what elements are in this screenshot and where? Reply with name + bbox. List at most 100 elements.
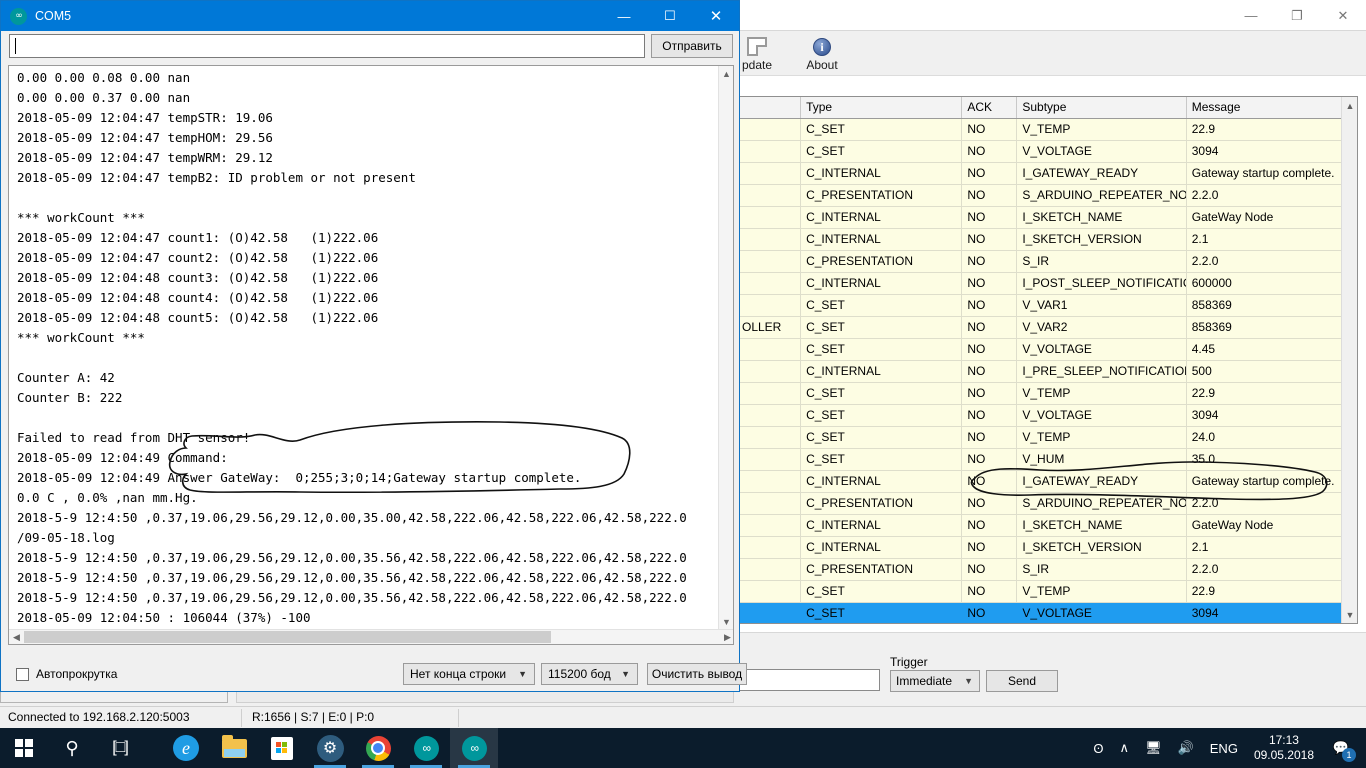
settings-button[interactable]: ⚙	[306, 728, 354, 768]
table-row[interactable]: C_PRESENTATIONNOS_IR2.2.0	[737, 559, 1357, 581]
grid-header-type[interactable]: Type	[801, 97, 962, 118]
action-center-button[interactable]: 💬 1	[1322, 728, 1360, 768]
show-hidden-icons-button[interactable]: ∧	[1112, 728, 1138, 768]
console-line: Counter B: 222	[17, 388, 722, 408]
store-button[interactable]	[258, 728, 306, 768]
scroll-down-icon[interactable]: ▼	[1342, 606, 1358, 623]
console-line: 2018-05-09 12:04:49 Command:	[17, 448, 722, 468]
language-indicator[interactable]: ENG	[1202, 728, 1246, 768]
cell-subtype: V_VOLTAGE	[1017, 339, 1186, 360]
volume-icon[interactable]: 🔊	[1170, 728, 1202, 768]
table-row[interactable]: C_INTERNALNOI_POST_SLEEP_NOTIFICATION600…	[737, 273, 1357, 295]
grid-header-subtype[interactable]: Subtype	[1017, 97, 1186, 118]
table-row[interactable]: C_SETNOV_VAR1858369	[737, 295, 1357, 317]
send-message-input[interactable]	[736, 669, 880, 691]
grid-header-node[interactable]	[737, 97, 801, 118]
table-row[interactable]: C_INTERNALNOI_PRE_SLEEP_NOTIFICATION500	[737, 361, 1357, 383]
chrome-button[interactable]	[354, 728, 402, 768]
serial-send-button[interactable]: Отправить	[651, 34, 733, 58]
network-icon[interactable]: 🖥	[1137, 728, 1170, 768]
grid-header-ack[interactable]: ACK	[962, 97, 1017, 118]
scroll-right-icon[interactable]: ▶	[720, 630, 734, 645]
baud-rate-select[interactable]: 115200 бод ▼	[541, 663, 638, 685]
line-ending-select[interactable]: Нет конца строки ▼	[403, 663, 535, 685]
clock[interactable]: 17:13 09.05.2018	[1246, 728, 1322, 768]
table-row[interactable]: C_PRESENTATIONNOS_IR2.2.0	[737, 251, 1357, 273]
close-icon[interactable]: ✕	[693, 1, 739, 31]
cell-ack: NO	[962, 251, 1017, 272]
cell-type: C_SET	[801, 603, 962, 624]
table-row[interactable]: C_INTERNALNOI_GATEWAY_READYGateway start…	[737, 471, 1357, 493]
edge-button[interactable]: e	[162, 728, 210, 768]
cell-subtype: V_VAR2	[1017, 317, 1186, 338]
cell-subtype: I_SKETCH_NAME	[1017, 207, 1186, 228]
autoscroll-checkbox[interactable]	[16, 668, 29, 681]
explorer-button[interactable]	[210, 728, 258, 768]
table-row[interactable]: C_INTERNALNOI_SKETCH_VERSION2.1	[737, 229, 1357, 251]
grid-header-message[interactable]: Message	[1187, 97, 1357, 118]
table-row[interactable]: C_INTERNALNOI_GATEWAY_READYGateway start…	[737, 163, 1357, 185]
scroll-up-icon[interactable]: ▲	[719, 66, 734, 81]
grid-vertical-scrollbar[interactable]: ▲ ▼	[1341, 97, 1357, 623]
maximize-icon[interactable]: ❐	[1274, 0, 1320, 30]
people-icon[interactable]: ʘ	[1085, 728, 1111, 768]
scroll-left-icon[interactable]: ◀	[9, 630, 24, 645]
cell-ack: NO	[962, 603, 1017, 624]
table-row[interactable]: C_SETNOV_TEMP22.9	[737, 119, 1357, 141]
table-row[interactable]: C_SETNOV_TEMP24.0	[737, 427, 1357, 449]
console-line: 2018-5-9 12:4:50 ,0.37,19.06,29.56,29.12…	[17, 508, 722, 528]
send-button[interactable]: Send	[986, 670, 1058, 692]
minimize-icon[interactable]: —	[1228, 0, 1274, 30]
start-button[interactable]	[0, 728, 48, 768]
cell-message: 500	[1187, 361, 1357, 382]
table-row[interactable]: OLLERC_SETNOV_VAR2858369	[737, 317, 1357, 339]
table-row[interactable]: C_INTERNALNOI_SKETCH_NAMEGateWay Node	[737, 207, 1357, 229]
cell-message: 22.9	[1187, 383, 1357, 404]
minimize-icon[interactable]: —	[601, 1, 647, 31]
cell-ack: NO	[962, 207, 1017, 228]
status-separator-2	[458, 709, 459, 727]
scroll-down-icon[interactable]: ▼	[719, 614, 734, 629]
cell-node	[737, 449, 801, 470]
table-row[interactable]: C_SETNOV_VOLTAGE3094	[737, 603, 1357, 624]
trigger-select[interactable]: Immediate ▼	[890, 670, 980, 692]
table-row[interactable]: C_SETNOV_HUM35.0	[737, 449, 1357, 471]
console-line: 2018-05-09 12:04:48 count4: (O)42.58 (1)…	[17, 288, 722, 308]
close-icon[interactable]: ✕	[1320, 0, 1366, 30]
serial-command-input[interactable]	[9, 34, 645, 58]
table-row[interactable]: C_INTERNALNOI_SKETCH_NAMEGateWay Node	[737, 515, 1357, 537]
search-button[interactable]: ⚲	[48, 728, 96, 768]
chevron-down-icon: ▼	[518, 669, 527, 679]
trigger-label: Trigger	[890, 655, 928, 669]
cell-type: C_INTERNAL	[801, 515, 962, 536]
console-line	[17, 408, 722, 428]
cell-type: C_PRESENTATION	[801, 559, 962, 580]
about-button[interactable]: i About	[791, 33, 853, 72]
messages-grid[interactable]: Type ACK Subtype Message C_SETNOV_TEMP22…	[736, 96, 1358, 624]
table-row[interactable]: C_PRESENTATIONNOS_ARDUINO_REPEATER_NODE2…	[737, 185, 1357, 207]
console-horizontal-scrollbar[interactable]: ◀ ▶	[9, 629, 734, 644]
console-vertical-scrollbar[interactable]: ▲ ▼	[718, 66, 733, 629]
table-row[interactable]: C_PRESENTATIONNOS_ARDUINO_REPEATER_NODE2…	[737, 493, 1357, 515]
serial-console-output[interactable]: 0.00 0.00 0.08 0.00 nan0.00 0.00 0.37 0.…	[8, 65, 734, 645]
horizontal-scroll-thumb[interactable]	[24, 631, 551, 643]
task-view-button[interactable]: [□]	[96, 728, 144, 768]
table-row[interactable]: C_INTERNALNOI_SKETCH_VERSION2.1	[737, 537, 1357, 559]
scroll-up-icon[interactable]: ▲	[1342, 97, 1358, 114]
arduino-button-1[interactable]: ∞	[402, 728, 450, 768]
cell-ack: NO	[962, 537, 1017, 558]
console-line: 2018-05-09 12:04:47 tempB2: ID problem o…	[17, 168, 722, 188]
cell-subtype: I_SKETCH_VERSION	[1017, 229, 1186, 250]
table-row[interactable]: C_SETNOV_TEMP22.9	[737, 383, 1357, 405]
table-row[interactable]: C_SETNOV_VOLTAGE3094	[737, 405, 1357, 427]
cell-type: C_SET	[801, 427, 962, 448]
status-bar: Connected to 192.168.2.120:5003 R:1656 |…	[0, 706, 1366, 728]
clear-output-button[interactable]: Очистить вывод	[647, 663, 747, 685]
table-row[interactable]: C_SETNOV_VOLTAGE4.45	[737, 339, 1357, 361]
serial-monitor-titlebar[interactable]: ∞ COM5 — ☐ ✕	[1, 1, 739, 31]
table-row[interactable]: C_SETNOV_VOLTAGE3094	[737, 141, 1357, 163]
cell-type: C_SET	[801, 141, 962, 162]
table-row[interactable]: C_SETNOV_TEMP22.9	[737, 581, 1357, 603]
maximize-icon[interactable]: ☐	[647, 1, 693, 31]
arduino-button-2[interactable]: ∞	[450, 728, 498, 768]
